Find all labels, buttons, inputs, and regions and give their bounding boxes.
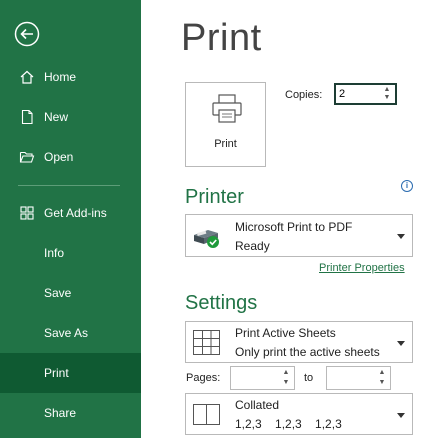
sidebar-item-label: Print bbox=[44, 366, 69, 380]
printer-properties-link[interactable]: Printer Properties bbox=[319, 262, 405, 274]
settings-heading: Settings bbox=[185, 292, 258, 314]
chevron-down-icon bbox=[397, 234, 405, 239]
chevron-down-icon bbox=[397, 341, 405, 346]
sidebar-divider bbox=[18, 185, 120, 186]
pages-from-increment-icon[interactable]: ▲ bbox=[281, 369, 291, 377]
sidebar-item-label: Open bbox=[44, 150, 74, 164]
sidebar-item-label: Info bbox=[44, 246, 65, 260]
back-arrow-icon[interactable] bbox=[14, 21, 40, 47]
printer-heading: Printer bbox=[185, 186, 244, 208]
printer-ready-icon bbox=[192, 225, 222, 254]
home-icon bbox=[18, 68, 36, 86]
info-icon[interactable]: i bbox=[401, 180, 413, 192]
sidebar-item-info[interactable]: Info bbox=[0, 234, 141, 272]
sidebar-item-open[interactable]: Open bbox=[0, 138, 141, 176]
pages-to-stepper[interactable]: ▲ ▼ bbox=[326, 366, 391, 390]
print-what-dropdown[interactable]: Print Active Sheets Only print the activ… bbox=[185, 321, 413, 363]
copies-label: Copies: bbox=[285, 89, 323, 101]
copies-input[interactable] bbox=[339, 87, 375, 101]
sheet-grid-icon bbox=[192, 329, 222, 362]
collation-title: Collated bbox=[235, 398, 280, 412]
sidebar-item-label: Save As bbox=[44, 326, 89, 340]
backstage-sidebar: Home New Open Get Add-ins Info Save Save… bbox=[0, 0, 141, 438]
sidebar-item-share[interactable]: Share bbox=[0, 394, 141, 432]
copies-increment-icon[interactable]: ▲ bbox=[382, 86, 392, 94]
sidebar-item-get-add-ins[interactable]: Get Add-ins bbox=[0, 194, 141, 232]
open-folder-icon bbox=[18, 148, 36, 166]
chevron-down-icon bbox=[397, 413, 405, 418]
print-what-title: Print Active Sheets bbox=[235, 326, 336, 340]
sidebar-item-home[interactable]: Home bbox=[0, 58, 141, 96]
sidebar-item-label: Save bbox=[44, 286, 72, 300]
sidebar-item-new[interactable]: New bbox=[0, 98, 141, 136]
print-button-label: Print bbox=[214, 138, 237, 150]
sidebar-item-label: Share bbox=[44, 406, 77, 420]
pages-from-stepper[interactable]: ▲ ▼ bbox=[230, 366, 295, 390]
print-what-description: Only print the active sheets bbox=[235, 345, 380, 359]
printer-name: Microsoft Print to PDF bbox=[235, 220, 353, 234]
collation-description: 1,2,3 1,2,3 1,2,3 bbox=[235, 417, 342, 431]
copies-decrement-icon[interactable]: ▼ bbox=[382, 94, 392, 102]
printer-dropdown[interactable]: Microsoft Print to PDF Ready bbox=[185, 214, 413, 257]
pages-label: Pages: bbox=[186, 372, 221, 384]
print-button[interactable]: Print bbox=[185, 82, 266, 167]
collated-pages-icon bbox=[192, 403, 222, 432]
pages-from-decrement-icon[interactable]: ▼ bbox=[281, 379, 291, 387]
new-document-icon bbox=[18, 108, 36, 126]
sidebar-item-save[interactable]: Save bbox=[0, 274, 141, 312]
printer-status: Ready bbox=[235, 239, 270, 253]
sidebar-item-label: New bbox=[44, 110, 69, 124]
to-label: to bbox=[304, 372, 314, 384]
add-ins-icon bbox=[18, 204, 36, 222]
printer-icon bbox=[210, 93, 244, 125]
sidebar-item-label: Home bbox=[44, 70, 77, 84]
sidebar-item-print[interactable]: Print bbox=[0, 353, 141, 393]
collation-dropdown[interactable]: Collated 1,2,3 1,2,3 1,2,3 bbox=[185, 393, 413, 435]
pages-to-decrement-icon[interactable]: ▼ bbox=[377, 379, 387, 387]
copies-stepper[interactable]: ▲ ▼ bbox=[334, 83, 397, 105]
page-title: Print bbox=[181, 17, 262, 59]
sidebar-item-label: Get Add-ins bbox=[44, 206, 107, 220]
pages-to-increment-icon[interactable]: ▲ bbox=[377, 369, 387, 377]
sidebar-item-save-as[interactable]: Save As bbox=[0, 314, 141, 352]
